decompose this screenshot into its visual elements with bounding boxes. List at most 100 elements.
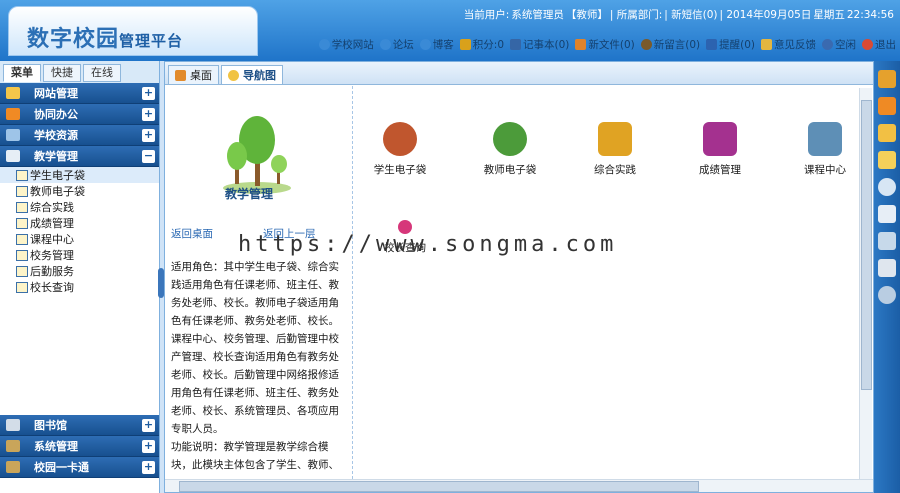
notebook-icon (510, 39, 521, 50)
expand-icon[interactable]: + (142, 87, 155, 100)
toolbar-reminder[interactable]: 提醒(0) (706, 37, 755, 52)
module-icon (16, 217, 28, 229)
settings-icon[interactable] (878, 286, 896, 304)
status-icon (822, 39, 833, 50)
horizontal-scrollbar[interactable] (165, 479, 873, 492)
content-tabs: 桌面 导航图 (165, 62, 873, 85)
nav-tab-menu[interactable]: 菜单 (3, 64, 41, 82)
nav-item-principal-query[interactable]: 校长查询 (0, 279, 159, 295)
teaching-subitems: 学生电子袋 教师电子袋 综合实践 成绩管理 课程中心 校务管理 后勤服务 校长查… (0, 167, 159, 415)
document-icon[interactable] (878, 205, 896, 223)
nav-section-system[interactable]: 系统管理 + (0, 436, 159, 457)
toolbar-status[interactable]: 空闲 (822, 37, 856, 52)
collapse-icon[interactable]: − (142, 150, 155, 163)
tab-desktop[interactable]: 桌面 (168, 65, 219, 85)
nav-item-affairs[interactable]: 校务管理 (0, 247, 159, 263)
home-icon (175, 69, 186, 81)
vertical-scrollbar[interactable] (859, 88, 872, 479)
module-description: 适用角色：其中学生电子袋、综合实践适用角色有任课老师、班主任、教务处老师、校长。… (171, 261, 339, 471)
library-icon (6, 419, 20, 431)
right-toolbar (874, 61, 900, 493)
expand-icon[interactable]: + (142, 419, 155, 432)
toolbar-new-file[interactable]: 新文件(0) (575, 37, 635, 52)
trees-illustration (223, 116, 291, 194)
toolbar-new-message[interactable]: 新留言(0) (640, 37, 700, 52)
resources-icon (6, 129, 20, 141)
module-grid: 学生电子袋 教师电子袋 综合实践 成绩管理 课程中心 校长查询 (365, 122, 865, 292)
feedback-icon (761, 39, 772, 50)
header: 数字校园管理平台 当前用户: 系统管理员 【教师】 | 所属部门: | 新短信(0) | … (0, 0, 900, 61)
module-student-bag[interactable]: 学生电子袋 (365, 122, 435, 177)
course-center-icon (808, 122, 842, 156)
message-icon (640, 39, 652, 50)
module-icon (16, 265, 28, 277)
module-practice[interactable]: 综合实践 (580, 122, 650, 177)
expand-icon[interactable]: + (142, 108, 155, 121)
card-icon (6, 461, 20, 473)
expand-icon[interactable]: + (142, 129, 155, 142)
nav-section-card[interactable]: 校园一卡通 + (0, 457, 159, 478)
nav-tab-shortcut[interactable]: 快捷 (43, 64, 81, 82)
user-icon[interactable] (878, 178, 896, 196)
nav-section-library[interactable]: 图书馆 + (0, 415, 159, 436)
nav-item-practice[interactable]: 综合实践 (0, 199, 159, 215)
tab-navigation[interactable]: 导航图 (221, 65, 283, 85)
grades-icon (703, 122, 737, 156)
notes-icon[interactable] (878, 97, 896, 115)
module-icon (16, 169, 28, 181)
printer-icon[interactable] (878, 259, 896, 277)
module-grades[interactable]: 成绩管理 (685, 122, 755, 177)
module-title: 教学管理 (225, 187, 274, 201)
rss-icon (6, 108, 20, 120)
toolbar-exit[interactable]: 退出 (862, 37, 896, 52)
module-icon (16, 249, 28, 261)
toolbar-notebook[interactable]: 记事本(0) (510, 37, 569, 52)
nav-item-logistics[interactable]: 后勤服务 (0, 263, 159, 279)
nav-tabs: 菜单 快捷 在线 (0, 61, 159, 83)
exit-icon (862, 39, 873, 50)
toolbar-website[interactable]: 学校网站 (318, 37, 374, 52)
system-icon (6, 440, 20, 452)
navigation-icon (228, 69, 239, 81)
app-logo: 数字校园管理平台 (27, 27, 184, 52)
scroll-thumb[interactable] (179, 481, 699, 492)
module-teacher-bag[interactable]: 教师电子袋 (475, 122, 545, 177)
nav-item-grades[interactable]: 成绩管理 (0, 215, 159, 231)
nav-item-teacher-bag[interactable]: 教师电子袋 (0, 183, 159, 199)
expand-icon[interactable]: + (142, 440, 155, 453)
back-home-link[interactable]: 返回桌面 (171, 226, 213, 241)
download-icon[interactable] (878, 232, 896, 250)
module-course-center[interactable]: 课程中心 (790, 122, 860, 177)
toolbar-forum[interactable]: 论坛 (379, 37, 414, 52)
module-icon (16, 233, 28, 245)
nav-item-student-bag[interactable]: 学生电子袋 (0, 167, 159, 183)
student-bag-icon (383, 122, 417, 156)
nav-section-teaching[interactable]: 教学管理 − (0, 146, 159, 167)
forum-icon (379, 39, 391, 50)
globe-icon (318, 39, 330, 50)
key-icon[interactable] (878, 151, 896, 169)
file-icon (575, 39, 587, 50)
reminder-icon (706, 39, 718, 50)
scroll-thumb[interactable] (861, 100, 872, 390)
teaching-icon (6, 150, 20, 162)
nav-section-resources[interactable]: 学校资源 + (0, 125, 159, 146)
watermark-text: https://www.songma.com (238, 232, 618, 257)
expand-icon[interactable]: + (142, 461, 155, 474)
nav-section-website[interactable]: 网站管理 + (0, 83, 159, 104)
nav-tab-online[interactable]: 在线 (83, 64, 121, 82)
pencil-icon[interactable] (878, 124, 896, 142)
user-bar: 当前用户: 系统管理员 【教师】 | 所属部门: | 新短信(0) | 2014年09月0… (463, 9, 894, 21)
practice-icon (598, 122, 632, 156)
nav-section-office[interactable]: 协同办公 + (0, 104, 159, 125)
sms-link[interactable]: | 新短信(0) (664, 9, 717, 21)
module-icon (16, 281, 28, 293)
logo-panel: 数字校园管理平台 (8, 6, 258, 56)
toolbar-blog[interactable]: 博客 (419, 37, 454, 52)
books-icon[interactable] (878, 70, 896, 88)
toolbar-feedback[interactable]: 意见反馈 (761, 37, 816, 52)
toolbar-points[interactable]: 积分:0 (459, 37, 504, 52)
top-toolbar: 学校网站 论坛 博客 积分:0 记事本(0) 新文件(0) 新留言(0) 提醒(… (318, 37, 896, 52)
website-icon (6, 87, 20, 99)
nav-item-course-center[interactable]: 课程中心 (0, 231, 159, 247)
